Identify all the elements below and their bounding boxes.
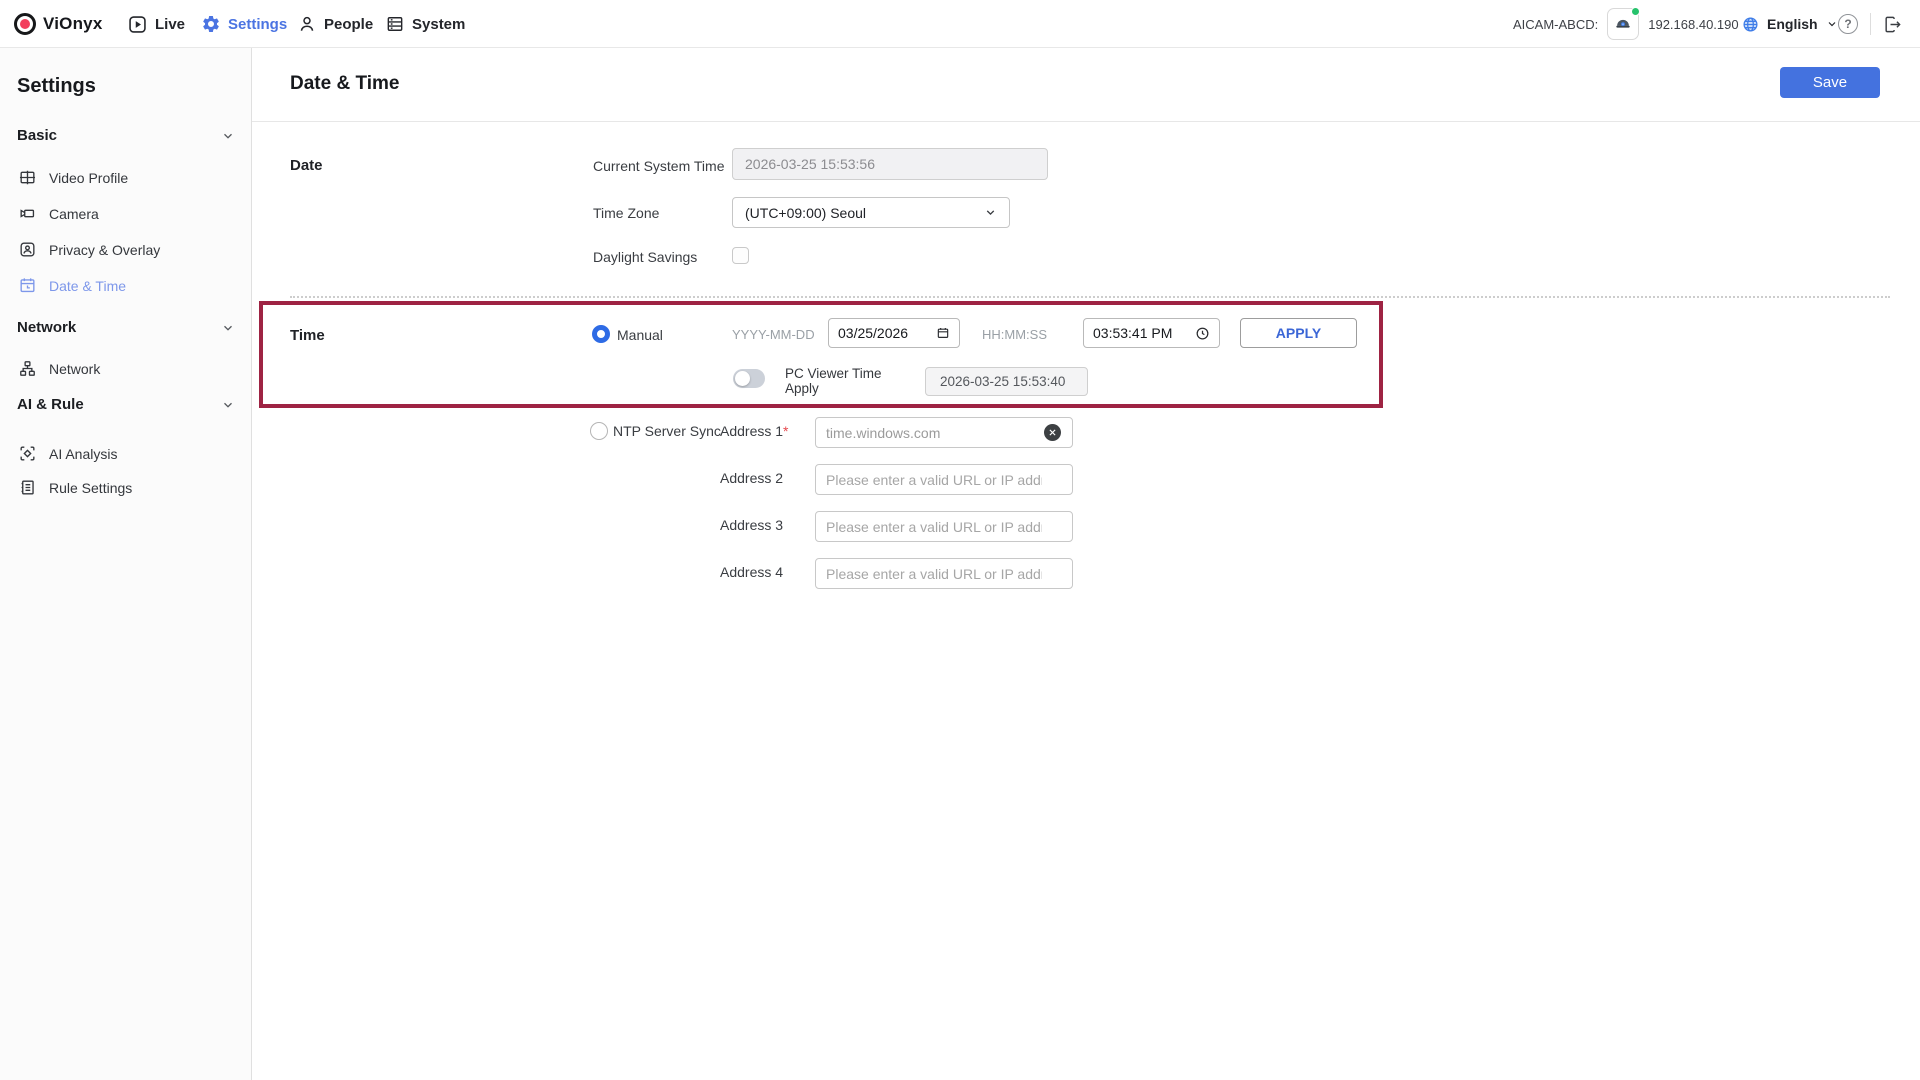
device-name: AICAM-ABCD: <box>1513 17 1598 32</box>
address-4-label: Address 4 <box>720 564 783 580</box>
play-icon <box>127 14 148 35</box>
clock-icon <box>1195 326 1210 341</box>
chevron-down-icon <box>221 129 235 143</box>
apply-button[interactable]: APPLY <box>1240 318 1357 348</box>
time-format-label: HH:MM:SS <box>982 327 1047 342</box>
address-3-input[interactable] <box>815 511 1073 542</box>
sidebar-item-video-profile[interactable]: Video Profile <box>0 160 252 194</box>
chevron-down-icon <box>1826 18 1838 30</box>
chevron-down-icon <box>984 206 997 219</box>
address-1-input[interactable] <box>815 417 1073 448</box>
sidebar-item-ai-analysis[interactable]: AI Analysis <box>0 436 252 470</box>
sidebar-item-rule-settings[interactable]: Rule Settings <box>0 470 252 504</box>
daylight-savings-checkbox[interactable] <box>732 247 749 264</box>
language-label: English <box>1767 16 1818 32</box>
globe-icon <box>1742 16 1759 33</box>
gear-icon <box>201 14 221 34</box>
address-2-input[interactable] <box>815 464 1073 495</box>
required-asterisk: * <box>783 423 788 439</box>
clear-icon[interactable] <box>1044 424 1061 441</box>
calendar-clock-icon <box>18 276 37 295</box>
manual-radio[interactable] <box>592 325 610 343</box>
save-button[interactable]: Save <box>1780 67 1880 98</box>
address-3-label: Address 3 <box>720 517 783 533</box>
sidebar-item-privacy-overlay[interactable]: Privacy & Overlay <box>0 232 252 266</box>
current-system-time-field: 2026-03-25 15:53:56 <box>732 148 1048 180</box>
sidebar-item-network[interactable]: Network <box>0 351 252 385</box>
language-switcher[interactable]: English <box>1742 0 1838 48</box>
help-icon[interactable]: ? <box>1838 14 1858 34</box>
pc-viewer-label: PC Viewer Time Apply <box>785 367 891 396</box>
server-icon <box>385 14 405 34</box>
app-root: ViOnyx Live Settings People System AICAM… <box>0 0 1920 1080</box>
chevron-down-icon <box>221 398 235 412</box>
section-divider <box>290 296 1890 298</box>
brand-name: ViOnyx <box>43 14 102 34</box>
camera-icon <box>18 204 37 223</box>
status-green-dot <box>1631 7 1640 16</box>
calendar-icon <box>936 326 950 340</box>
manual-label: Manual <box>617 327 663 343</box>
sidebar-section-network[interactable]: Network <box>17 319 235 336</box>
nav-people[interactable]: People <box>297 0 373 48</box>
sidebar-title: Settings <box>17 75 96 98</box>
rule-doc-icon <box>18 478 37 497</box>
sidebar-section-ai-rule[interactable]: AI & Rule <box>17 396 235 413</box>
topbar-divider <box>1870 13 1871 35</box>
device-ip: 192.168.40.190 <box>1648 17 1738 32</box>
nav-live[interactable]: Live <box>127 0 185 48</box>
header-divider <box>252 121 1920 122</box>
video-profile-icon <box>18 168 37 187</box>
time-zone-label: Time Zone <box>593 205 659 221</box>
manual-time-input[interactable]: 03:53:41 PM <box>1083 318 1220 348</box>
ntp-label: NTP Server Sync <box>613 423 721 439</box>
pc-viewer-toggle[interactable] <box>733 369 765 388</box>
pc-viewer-time-field: 2026-03-25 15:53:40 <box>925 367 1088 396</box>
logout-icon[interactable] <box>1883 15 1902 34</box>
nav-system[interactable]: System <box>385 0 465 48</box>
page-title: Date & Time <box>290 73 399 95</box>
person-icon <box>297 14 317 34</box>
address-4-input[interactable] <box>815 558 1073 589</box>
date-format-label: YYYY-MM-DD <box>732 327 815 342</box>
sidebar-section-basic[interactable]: Basic <box>17 127 235 144</box>
privacy-icon <box>18 240 37 259</box>
ntp-radio[interactable] <box>590 422 608 440</box>
manual-date-input[interactable]: 03/25/2026 <box>828 318 960 348</box>
time-section-heading: Time <box>290 327 325 344</box>
nav-settings[interactable]: Settings <box>201 0 287 48</box>
current-system-time-label: Current System Time <box>593 158 724 174</box>
device-camera-button[interactable] <box>1607 8 1639 40</box>
chevron-down-icon <box>221 321 235 335</box>
date-section-heading: Date <box>290 157 323 174</box>
time-zone-select[interactable]: (UTC+09:00) Seoul <box>732 197 1010 228</box>
address-1-label: Address 1* <box>720 423 789 439</box>
ai-scan-icon <box>18 444 37 463</box>
daylight-savings-label: Daylight Savings <box>593 249 697 265</box>
vionyx-logo-icon <box>14 13 36 35</box>
address-2-label: Address 2 <box>720 470 783 486</box>
brand-logo[interactable]: ViOnyx <box>14 13 102 35</box>
sidebar-item-date-time[interactable]: Date & Time <box>0 268 252 302</box>
sidebar-item-camera[interactable]: Camera <box>0 196 252 230</box>
network-icon <box>18 359 37 378</box>
topbar-utils: ? <box>1838 0 1902 48</box>
topbar-right: AICAM-ABCD: 192.168.40.190 <box>1513 0 1739 48</box>
dome-camera-icon <box>1613 14 1633 34</box>
